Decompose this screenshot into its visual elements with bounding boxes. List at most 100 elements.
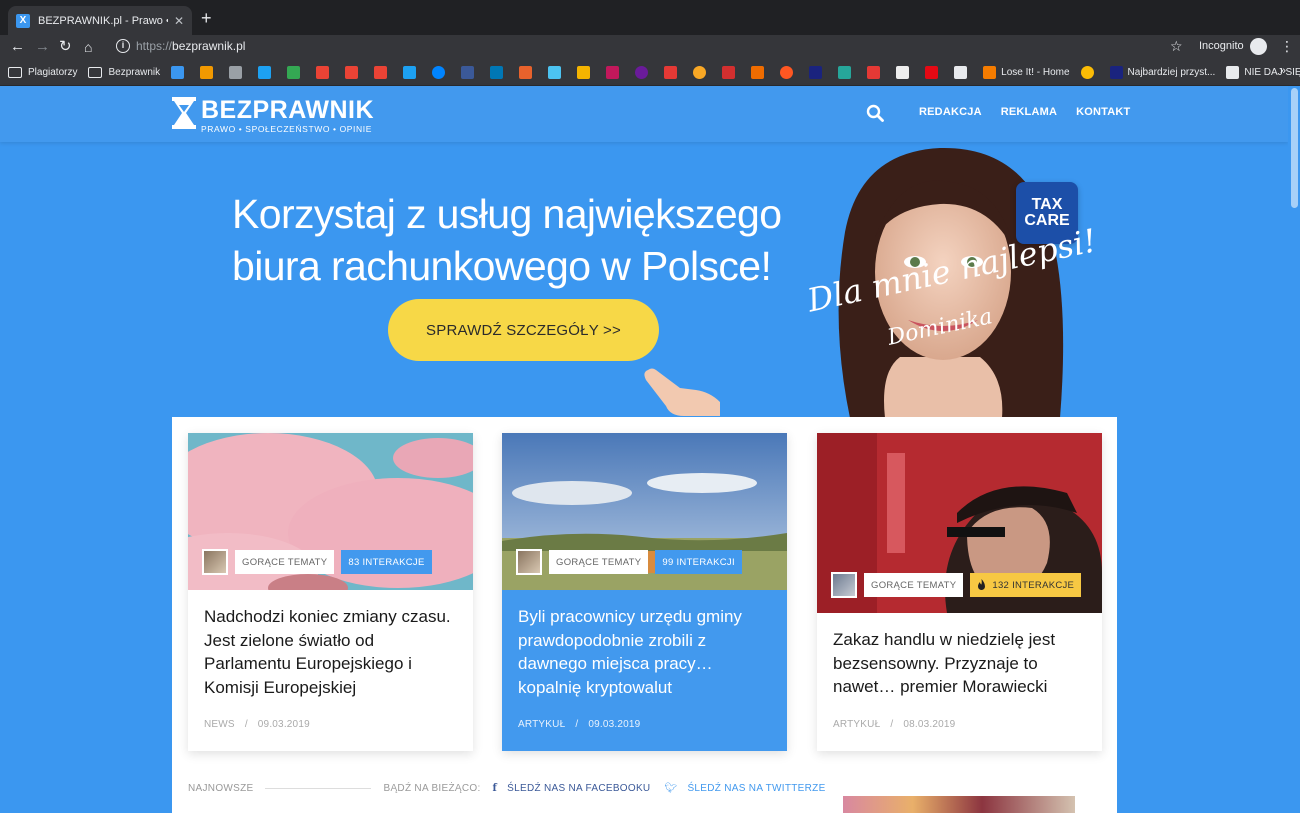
author-avatar[interactable] — [831, 572, 857, 598]
site-logo[interactable]: BEZPRAWNIK PRAWO • SPOŁECZEŃSTWO • OPINI… — [172, 97, 374, 134]
tag-chip[interactable]: GORĄCE TEMATY — [235, 550, 335, 574]
browser-tab-bar: X BEZPRAWNIK.pl - Prawo • Spo ✕ + — [0, 0, 1300, 35]
nav-reklama[interactable]: REKLAMA — [1001, 106, 1057, 118]
bookmark-icon[interactable] — [403, 65, 421, 79]
card-meta: GORĄCE TEMATY 132 INTERAKCJE — [831, 572, 1082, 598]
bookmark-najbardziej[interactable]: Najbardziej przyst... — [1109, 65, 1215, 79]
bookmark-icon[interactable] — [316, 65, 334, 79]
forward-icon[interactable]: → — [35, 37, 50, 57]
gmail-icon — [345, 65, 359, 79]
article-category[interactable]: ARTYKUŁ — [833, 719, 880, 730]
bookmark-icon[interactable] — [229, 65, 247, 79]
sidebar-image[interactable] — [843, 796, 1075, 813]
latest-label[interactable]: NAJNOWSZE — [188, 783, 253, 794]
bookmark-folder-bezprawnik[interactable]: Bezprawnik — [88, 66, 160, 78]
bookmark-icon[interactable] — [867, 65, 885, 79]
site-icon — [548, 65, 562, 79]
scrollbar-thumb[interactable] — [1291, 88, 1298, 208]
bookmark-icon[interactable] — [461, 65, 479, 79]
facebook-icon: f — [492, 783, 498, 794]
bookmark-icon[interactable] — [548, 65, 566, 79]
bookmark-folder-plagiatorzy[interactable]: Plagiatorzy — [8, 66, 77, 78]
article-card[interactable]: GORĄCE TEMATY 99 INTERAKCJI Byli pracown… — [502, 433, 787, 751]
content-panel: GORĄCE TEMATY 83 INTERAKCJE Nadchodzi ko… — [172, 417, 1117, 813]
bookmark-icon[interactable] — [200, 65, 218, 79]
article-card[interactable]: GORĄCE TEMATY 132 INTERAKCJE Zakaz handl… — [817, 433, 1102, 751]
bookmark-icon[interactable] — [287, 65, 305, 79]
messenger-icon — [432, 65, 446, 79]
search-icon[interactable] — [866, 104, 884, 122]
article-card[interactable]: GORĄCE TEMATY 83 INTERAKCJE Nadchodzi ko… — [188, 433, 473, 751]
bookmark-icon[interactable] — [490, 65, 508, 79]
author-avatar[interactable] — [202, 549, 228, 575]
bookmark-icon[interactable] — [519, 65, 537, 79]
bookmark-icon[interactable] — [954, 65, 972, 79]
new-tab-icon[interactable]: + — [201, 9, 212, 27]
fire-icon — [780, 65, 794, 79]
bookmark-icon[interactable] — [751, 65, 769, 79]
site-icon — [867, 65, 881, 79]
ad-headline[interactable]: Korzystaj z usług największego biura rac… — [232, 188, 782, 292]
ad-cta-button[interactable]: SPRAWDŹ SZCZEGÓŁY >> — [388, 299, 659, 361]
home-icon[interactable]: ⌂ — [84, 37, 92, 57]
card-meta: GORĄCE TEMATY 83 INTERAKCJE — [202, 549, 432, 575]
browser-toolbar: ← → ↻ ⌂ i https://bezprawnik.pl ☆ Incogn… — [0, 35, 1300, 59]
print-icon — [229, 65, 243, 79]
browser-tab[interactable]: X BEZPRAWNIK.pl - Prawo • Spo ✕ — [8, 6, 192, 35]
facebook-follow-link[interactable]: f ŚLEDŹ NAS NA FACEBOOKU — [493, 783, 651, 794]
site-icon — [606, 65, 620, 79]
site-info-icon[interactable]: i — [116, 39, 130, 53]
bookmarks-bar: Plagiatorzy Bezprawnik Lose It! - Home N… — [0, 59, 1300, 86]
article-date: 08.03.2019 — [903, 719, 956, 730]
bookmark-icon[interactable] — [374, 65, 392, 79]
bookmark-icon[interactable] — [1080, 65, 1099, 79]
incognito-icon[interactable] — [1250, 38, 1267, 55]
bookmark-icon[interactable] — [838, 65, 856, 79]
twitter-follow-link[interactable]: 🐦︎ ŚLEDŹ NAS NA TWITTERZE — [664, 783, 825, 794]
nav-redakcja[interactable]: REDAKCJA — [919, 106, 982, 118]
bookmark-icon[interactable] — [925, 65, 943, 79]
favicon-icon: X — [16, 13, 30, 28]
browser-menu-icon[interactable]: ⋮ — [1280, 38, 1294, 55]
bookmark-nie-daj[interactable]: NIE DAJ SIĘ STRZ... — [1226, 65, 1300, 79]
article-category[interactable]: ARTYKUŁ — [518, 719, 565, 730]
address-bar[interactable]: https://bezprawnik.pl — [136, 39, 245, 53]
bookmark-icon[interactable] — [345, 65, 363, 79]
reload-icon[interactable]: ↻ — [59, 37, 72, 57]
article-title[interactable]: Byli pracownicy urzędu gminy prawdopodob… — [518, 605, 776, 699]
bookmark-icon[interactable] — [896, 65, 914, 79]
article-category[interactable]: NEWS — [204, 719, 235, 730]
bookmark-icon[interactable] — [780, 65, 798, 79]
bookmark-icon[interactable] — [809, 65, 827, 79]
author-avatar[interactable] — [516, 549, 542, 575]
star-icon — [809, 65, 823, 79]
bookmark-loseit[interactable]: Lose It! - Home — [983, 65, 1070, 79]
bookmark-icon[interactable] — [606, 65, 624, 79]
plus-icon — [287, 65, 301, 79]
tag-chip[interactable]: GORĄCE TEMATY — [549, 550, 649, 574]
bookmark-icon[interactable] — [258, 65, 276, 79]
back-icon[interactable]: ← — [10, 37, 25, 57]
bookmark-icon[interactable] — [577, 65, 595, 79]
bookmark-icon[interactable] — [171, 65, 189, 79]
article-footer: ARTYKUŁ/08.03.2019 — [833, 719, 956, 730]
bookmark-icon[interactable] — [635, 65, 653, 79]
bookmark-icon[interactable] — [664, 65, 682, 79]
interactions-badge: 83 INTERAKCJE — [341, 550, 432, 574]
bookmark-icon[interactable] — [722, 65, 740, 79]
close-tab-icon[interactable]: ✕ — [174, 14, 184, 28]
gmail-icon — [316, 65, 330, 79]
article-title[interactable]: Nadchodzi koniec zmiany czasu. Jest ziel… — [204, 605, 462, 699]
article-title[interactable]: Zakaz handlu w niedzielę jest bezsensown… — [833, 628, 1091, 699]
bookmark-icon[interactable] — [432, 65, 450, 79]
card-meta: GORĄCE TEMATY 99 INTERAKCJI — [516, 549, 742, 575]
grid-icon — [664, 65, 678, 79]
tag-chip[interactable]: GORĄCE TEMATY — [864, 573, 964, 597]
tab-title: BEZPRAWNIK.pl - Prawo • Spo — [38, 14, 168, 27]
bookmarks-overflow-icon[interactable]: » — [1280, 65, 1286, 77]
twitter-icon — [258, 65, 272, 79]
bookmark-star-icon[interactable]: ☆ — [1170, 38, 1183, 55]
photo-icon — [838, 65, 852, 79]
nav-kontakt[interactable]: KONTAKT — [1076, 106, 1130, 118]
bookmark-icon[interactable] — [693, 65, 711, 79]
